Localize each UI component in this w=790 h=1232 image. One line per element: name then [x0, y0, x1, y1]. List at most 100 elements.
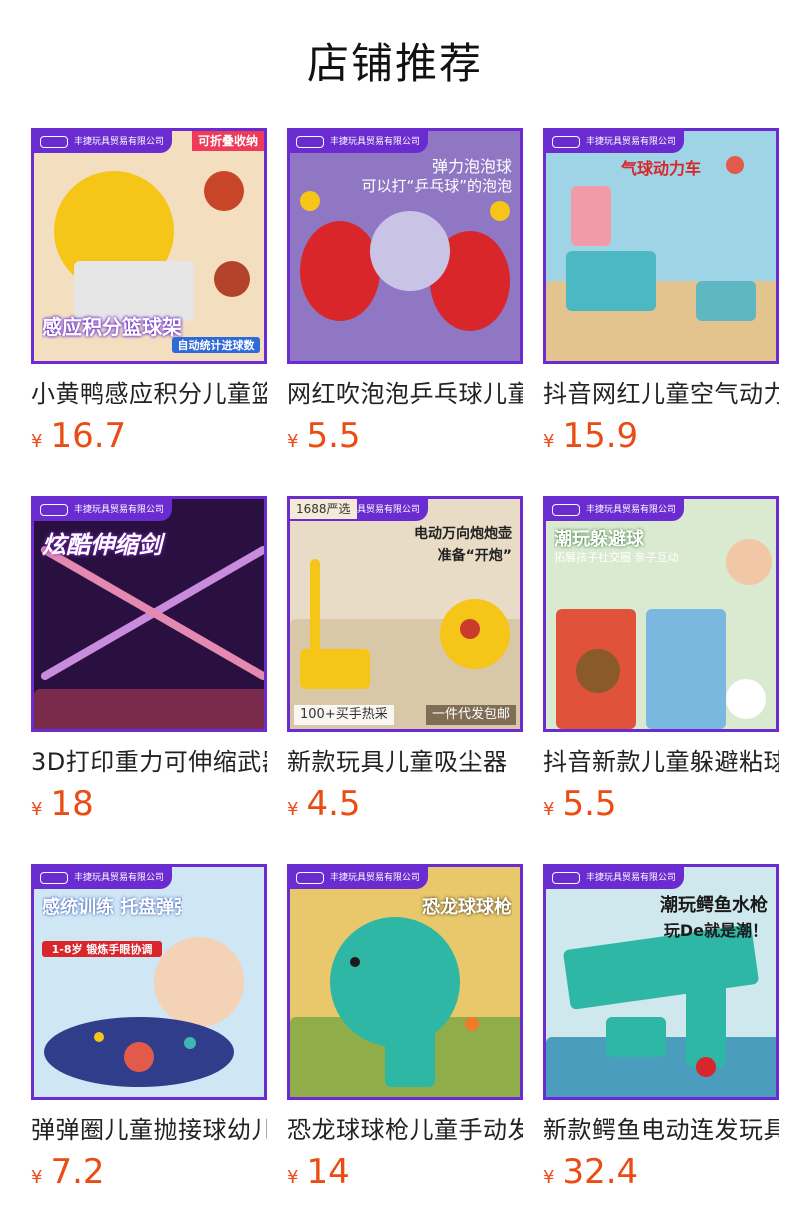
image-decoration [465, 1017, 479, 1031]
image-decoration [490, 201, 510, 221]
brand-logo-icon [40, 504, 68, 516]
brand-badge: 丰捷玩具贸易有限公司 [34, 131, 173, 153]
brand-logo-icon [552, 136, 580, 148]
brand-logo-icon [40, 872, 68, 884]
product-price: ¥14 [287, 1152, 523, 1192]
price-value: 14 [306, 1152, 350, 1192]
brand-logo-icon [296, 872, 324, 884]
image-caption: 潮玩鳄鱼水枪 [660, 895, 768, 916]
product-name[interactable]: 恐龙球球枪儿童手动发射 [287, 1114, 523, 1146]
image-subcaption: 可以打“乒乓球”的泡泡 [361, 177, 512, 195]
product-card[interactable]: 丰捷玩具贸易有限公司恐龙球球枪恐龙球球枪儿童手动发射 ¥14 [287, 864, 523, 1232]
brand-name: 丰捷玩具贸易有限公司 [586, 505, 677, 515]
currency-symbol: ¥ [543, 431, 555, 452]
image-decoration [606, 1017, 666, 1057]
price-value: 7.2 [50, 1152, 105, 1192]
product-price: ¥4.5 [287, 784, 523, 824]
image-decoration [94, 1032, 104, 1042]
image-decoration [370, 211, 450, 291]
product-card[interactable]: 丰捷玩具贸易有限公司感应积分篮球架自动统计进球数 可折叠收纳小黄鸭感应积分儿童篮球… [31, 128, 267, 496]
brand-name: 丰捷玩具贸易有限公司 [330, 137, 421, 147]
image-subcaption: 1-8岁 锻炼手眼协调 [42, 941, 162, 957]
currency-symbol: ¥ [543, 799, 555, 820]
currency-symbol: ¥ [543, 1167, 555, 1188]
image-tag-bottom-right: 一件代发包邮 [425, 705, 516, 725]
image-caption: 气球动力车 [620, 159, 701, 178]
product-name[interactable]: 抖音新款儿童躲避粘球 [543, 746, 779, 778]
image-decoration [726, 679, 766, 719]
image-decoration [300, 649, 370, 689]
product-name[interactable]: 网红吹泡泡乒乓球儿童 [287, 378, 523, 410]
image-decoration [154, 937, 244, 1027]
product-name[interactable]: 小黄鸭感应积分儿童篮球架 [31, 378, 267, 410]
product-card[interactable]: 丰捷玩具贸易有限公司 电动万向炮炮壶 准备“开炮” 1688严选 100+买手热采 一件代… [287, 496, 523, 864]
balloon-car-image[interactable]: 丰捷玩具贸易有限公司气球动力车 [543, 128, 779, 364]
price-value: 4.5 [306, 784, 361, 824]
image-caption: 感统训练 托盘弹弹圈 [42, 897, 182, 918]
image-subcaption: 玩De就是潮！ [663, 921, 768, 940]
product-name[interactable]: 抖音网红儿童空气动力车 [543, 378, 779, 410]
brand-name: 丰捷玩具贸易有限公司 [74, 505, 165, 515]
product-name[interactable]: 弹弹圈儿童抛接球幼儿 [31, 1114, 267, 1146]
image-decoration [124, 1042, 154, 1072]
crocodile-water-gun-image[interactable]: 丰捷玩具贸易有限公司潮玩鳄鱼水枪 玩De就是潮！ [543, 864, 779, 1100]
image-tag: 可折叠收纳 [191, 131, 264, 151]
image-caption: 潮玩躲避球 [554, 529, 644, 550]
currency-symbol: ¥ [31, 799, 43, 820]
currency-symbol: ¥ [31, 431, 43, 452]
currency-symbol: ¥ [31, 1167, 43, 1188]
image-decoration [385, 1017, 435, 1087]
image-caption: 恐龙球球枪 [422, 897, 512, 918]
product-name[interactable]: 新款鳄鱼电动连发玩具 [543, 1114, 779, 1146]
product-price: ¥32.4 [543, 1152, 779, 1192]
store-recommendations-page: 店铺推荐 丰捷玩具贸易有限公司 感应积分篮球架 自动统计进球数 可折叠收纳 小黄鸭感应积… [0, 0, 790, 1232]
price-value: 5.5 [562, 784, 617, 824]
image-decoration [34, 689, 264, 729]
duck-basketball-hoop-image[interactable]: 丰捷玩具贸易有限公司 感应积分篮球架 自动统计进球数 可折叠收纳 [31, 128, 267, 364]
brand-badge: 丰捷玩具贸易有限公司 [546, 131, 685, 153]
product-name[interactable]: 新款玩具儿童吸尘器 [287, 746, 523, 778]
image-decoration [184, 1037, 196, 1049]
image-tag-bottom-left: 100+买手热采 [294, 705, 394, 725]
dinosaur-ball-gun-image[interactable]: 丰捷玩具贸易有限公司恐龙球球枪 [287, 864, 523, 1100]
telescopic-sword-image[interactable]: 丰捷玩具贸易有限公司炫酷伸缩剑 [31, 496, 267, 732]
image-decoration [646, 609, 726, 729]
product-card[interactable]: 丰捷玩具贸易有限公司炫酷伸缩剑 3D打印重力可伸缩武器 ¥18 [31, 496, 267, 864]
product-card[interactable]: 丰捷玩具贸易有限公司气球动力车抖音网红儿童空气动力车 ¥15.9 [543, 128, 779, 496]
image-caption: 电动万向炮炮壶 [414, 526, 512, 542]
brand-name: 丰捷玩具贸易有限公司 [74, 137, 165, 147]
product-price: ¥5.5 [287, 416, 523, 456]
currency-symbol: ¥ [287, 431, 299, 452]
dodge-ball-vest-image[interactable]: 丰捷玩具贸易有限公司 潮玩躲避球 拓展孩子社交圈 亲子互动 [543, 496, 779, 732]
price-value: 18 [50, 784, 94, 824]
image-decoration [300, 221, 380, 321]
price-value: 15.9 [562, 416, 639, 456]
product-card[interactable]: 丰捷玩具贸易有限公司 潮玩躲避球 拓展孩子社交圈 亲子互动 抖音新款儿童躲避粘球 ¥5.… [543, 496, 779, 864]
image-decoration [460, 619, 480, 639]
product-card[interactable]: 丰捷玩具贸易有限公司 弹力泡泡球 可以打“乒乓球”的泡泡网红吹泡泡乒乓球儿童 ¥5.5 [287, 128, 523, 496]
product-price: ¥16.7 [31, 416, 267, 456]
price-value: 5.5 [306, 416, 361, 456]
brand-logo-icon [296, 136, 324, 148]
toy-vacuum-image[interactable]: 丰捷玩具贸易有限公司 电动万向炮炮壶 准备“开炮” 1688严选 100+买手热采 一件代… [287, 496, 523, 732]
brand-badge: 丰捷玩具贸易有限公司 [290, 867, 429, 889]
image-decoration [576, 649, 620, 693]
brand-name: 丰捷玩具贸易有限公司 [586, 873, 677, 883]
price-value: 16.7 [50, 416, 127, 456]
image-decoration [696, 281, 756, 321]
catch-disc-image[interactable]: 丰捷玩具贸易有限公司感统训练 托盘弹弹圈 1-8岁 锻炼手眼协调 [31, 864, 267, 1100]
product-card[interactable]: 丰捷玩具贸易有限公司潮玩鳄鱼水枪 玩De就是潮！ 新款鳄鱼电动连发玩具 ¥32.4 [543, 864, 779, 1232]
image-subcaption: 自动统计进球数 [172, 337, 260, 353]
brand-badge: 丰捷玩具贸易有限公司 [34, 867, 173, 889]
brand-logo-icon [552, 872, 580, 884]
product-card[interactable]: 丰捷玩具贸易有限公司感统训练 托盘弹弹圈 1-8岁 锻炼手眼协调弹弹圈儿童抛接球幼… [31, 864, 267, 1232]
product-grid: 丰捷玩具贸易有限公司感应积分篮球架自动统计进球数可折叠收纳小黄鸭感应积分儿童篮球… [31, 128, 779, 1232]
image-caption: 炫酷伸缩剑 [42, 531, 162, 559]
bubble-paddle-image[interactable]: 丰捷玩具贸易有限公司 弹力泡泡球 可以打“乒乓球”的泡泡 [287, 128, 523, 364]
product-price: ¥15.9 [543, 416, 779, 456]
product-name[interactable]: 3D打印重力可伸缩武器 [31, 746, 267, 778]
brand-name: 丰捷玩具贸易有限公司 [330, 873, 421, 883]
brand-badge: 丰捷玩具贸易有限公司 [290, 131, 429, 153]
image-tag: 1688严选 [290, 499, 357, 519]
brand-name: 丰捷玩具贸易有限公司 [74, 873, 165, 883]
